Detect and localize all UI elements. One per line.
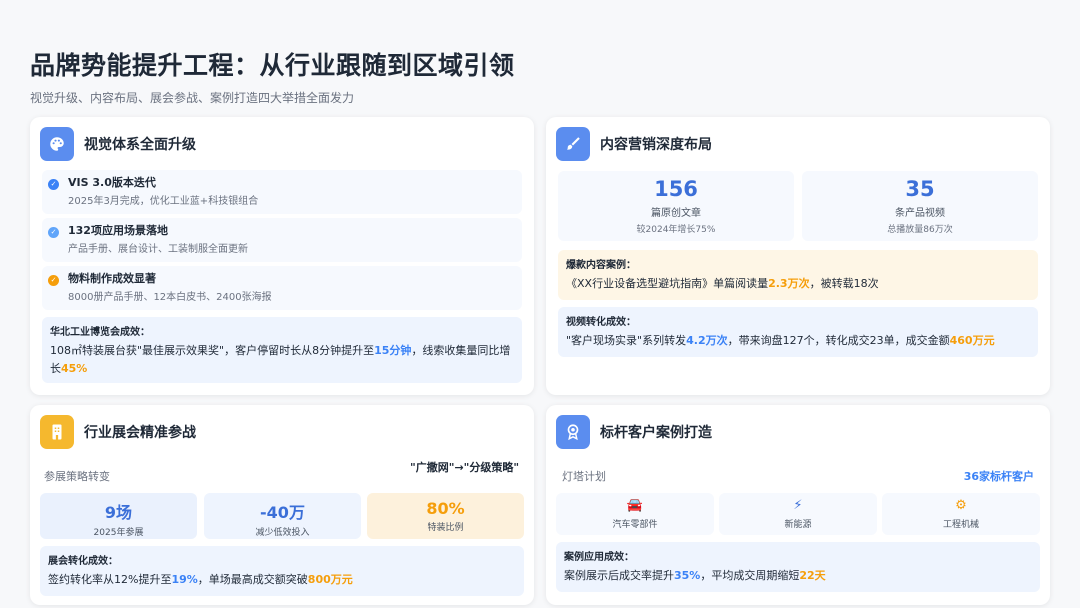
item-title: VIS 3.0版本迭代 xyxy=(68,176,156,189)
highlight-text: 108㎡特装展台获"最佳展示效果奖"，客户停留时长从8分钟提升至15分钟，线索收… xyxy=(50,344,511,375)
card-header: 行业展会精准参战 xyxy=(40,415,196,449)
palette-icon xyxy=(40,127,74,161)
list-item: ✓ VIS 3.0版本迭代 2025年3月完成，优化工业蓝+科技银组合 xyxy=(42,170,522,214)
list-item: ✓ 物料制作成效显著 8000册产品手册、12本白皮书、2400张海报 xyxy=(42,266,522,310)
card-benchmark: 标杆客户案例打造 灯塔计划 36家标杆客户 🚘 汽车零部件 ⚡ 新能源 ⚙ 工程… xyxy=(546,405,1050,605)
card-title: 标杆客户案例打造 xyxy=(600,425,712,441)
page-title: 品牌势能提升工程：从行业跟随到区域引领 xyxy=(30,51,515,80)
check-icon: ✓ xyxy=(48,227,59,238)
bolt-icon: ⚡ xyxy=(793,498,803,513)
viral-case-highlight: 爆款内容案例： 《XX行业设备选型避坑指南》单篇阅读量2.3万次，被转载18次 xyxy=(558,250,1038,300)
stat-expos: 9场 2025年参展 xyxy=(40,493,197,539)
card-visual-upgrade: 视觉体系全面升级 ✓ VIS 3.0版本迭代 2025年3月完成，优化工业蓝+科… xyxy=(30,117,534,395)
stat-special-ratio: 80% 特装比例 xyxy=(367,493,524,539)
stat-articles: 156 篇原创文章 较2024年增长75% xyxy=(558,171,794,241)
industry-new-energy: ⚡ 新能源 xyxy=(719,493,877,535)
building-icon xyxy=(40,415,74,449)
award-icon xyxy=(556,415,590,449)
video-conversion-highlight: 视频转化成效： "客户现场实录"系列转发4.2万次，带来询盘127个，转化成交2… xyxy=(558,307,1038,357)
item-desc: 产品手册、展台设计、工装制服全面更新 xyxy=(68,244,248,255)
expo-result-highlight: 华北工业博览会成效： 108㎡特装展台获"最佳展示效果奖"，客户停留时长从8分钟… xyxy=(42,317,522,383)
item-title: 132项应用场景落地 xyxy=(68,224,168,237)
card-title: 视觉体系全面升级 xyxy=(84,137,196,153)
industry-machinery: ⚙ 工程机械 xyxy=(882,493,1040,535)
list-item: ✓ 132项应用场景落地 产品手册、展台设计、工装制服全面更新 xyxy=(42,218,522,262)
stat-videos: 35 条产品视频 总播放量86万次 xyxy=(802,171,1038,241)
card-title: 行业展会精准参战 xyxy=(84,425,196,441)
card-content-marketing: 内容营销深度布局 156 篇原创文章 较2024年增长75% 35 条产品视频 … xyxy=(546,117,1050,395)
item-desc: 2025年3月完成，优化工业蓝+科技银组合 xyxy=(68,196,259,207)
industry-auto: 🚘 汽车零部件 xyxy=(556,493,714,535)
card-header: 标杆客户案例打造 xyxy=(556,415,712,449)
card-expo: 行业展会精准参战 参展策略转变 "广撒网"→"分级策略" 9场 2025年参展 … xyxy=(30,405,534,605)
check-icon: ✓ xyxy=(48,275,59,286)
item-desc: 8000册产品手册、12本白皮书、2400张海报 xyxy=(68,292,272,303)
card-header: 内容营销深度布局 xyxy=(556,127,712,161)
page-subtitle: 视觉升级、内容布局、展会参战、案例打造四大举措全面发力 xyxy=(30,91,355,105)
case-result-highlight: 案例应用成效： 案例展示后成交率提升35%，平均成交周期缩短22天 xyxy=(556,542,1040,592)
plan-label: 灯塔计划 xyxy=(562,470,606,483)
brush-icon xyxy=(556,127,590,161)
highlight-label: 华北工业博览会成效： xyxy=(50,327,150,338)
plan-value: 36家标杆客户 xyxy=(963,470,1034,483)
strategy-label: 参展策略转变 xyxy=(44,470,110,483)
card-title: 内容营销深度布局 xyxy=(600,137,712,153)
strategy-value: "广撒网"→"分级策略" xyxy=(410,461,520,474)
cog-icon: ⚙ xyxy=(955,498,967,513)
expo-conversion-highlight: 展会转化成效： 签约转化率从12%提升至19%，单场最高成交额突破800万元 xyxy=(40,546,524,596)
check-icon: ✓ xyxy=(48,179,59,190)
card-header: 视觉体系全面升级 xyxy=(40,127,196,161)
item-title: 物料制作成效显著 xyxy=(68,272,156,285)
stat-saving: -40万 减少低效投入 xyxy=(204,493,361,539)
car-icon: 🚘 xyxy=(626,498,644,513)
